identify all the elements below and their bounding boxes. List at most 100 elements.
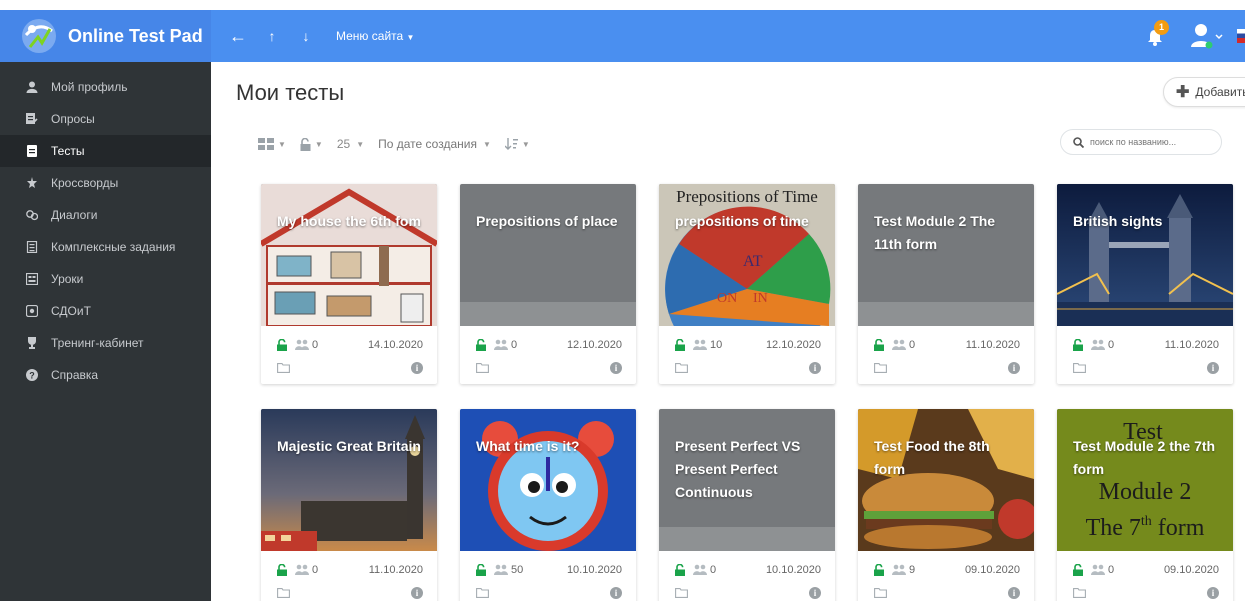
down-arrow-icon[interactable]: ↓ [296, 28, 316, 44]
language-flag-icon[interactable] [1237, 29, 1245, 43]
test-card-title: What time is it? [476, 438, 580, 454]
test-card-cover[interactable]: Test Food the 8th form [858, 409, 1034, 551]
add-button[interactable]: ✚ Добавить [1163, 77, 1245, 107]
test-card-cover[interactable]: Test Module 2 The 11th form [858, 184, 1034, 326]
toolbar: ▼ ▼ 25 ▼ По дате создания ▼ ▼ [258, 132, 544, 156]
sidebar-item[interactable]: Мой профиль [0, 71, 211, 103]
test-card[interactable]: British sights 0 11.10.2020 i [1057, 184, 1233, 384]
cover-form-rest: form [1152, 515, 1205, 541]
up-arrow-icon[interactable]: ↑ [262, 28, 282, 44]
users-icon [494, 339, 508, 350]
sidebar-item[interactable]: Тесты [0, 135, 211, 167]
cover-arc-text: Prepositions of Time [676, 187, 818, 206]
test-card-cover[interactable]: My house the 6th fom [261, 184, 437, 326]
unlock-icon[interactable] [1073, 564, 1083, 576]
unlock-icon[interactable] [476, 564, 486, 576]
brand[interactable]: Online Test Pad [0, 10, 211, 62]
test-date: 14.10.2020 [367, 339, 423, 351]
unlock-icon[interactable] [874, 339, 884, 351]
test-card-cover[interactable]: British sights [1057, 184, 1233, 326]
test-card-meta: 0 14.10.2020 i [261, 326, 437, 384]
info-icon[interactable]: i [610, 362, 622, 374]
folder-icon[interactable] [675, 363, 688, 373]
sidebar-item[interactable]: Комплексные задания [0, 231, 211, 263]
participants-count: 50 [511, 564, 524, 576]
users-icon [295, 339, 309, 350]
test-card[interactable]: What time is it? 50 10.10.2020 i [460, 409, 636, 601]
test-card-cover[interactable]: What time is it? [460, 409, 636, 551]
test-card[interactable]: Test Module 2 The 11th form 0 11.10.2020 i [858, 184, 1034, 384]
search-input[interactable] [1090, 137, 1210, 147]
test-date: 11.10.2020 [368, 564, 423, 576]
unlock-icon[interactable] [675, 339, 685, 351]
folder-icon[interactable] [874, 363, 887, 373]
unlock-icon[interactable] [1073, 339, 1083, 351]
info-icon[interactable]: i [809, 362, 821, 374]
test-card-cover[interactable]: Test Module 2 The 7th form Test Module 2 th… [1057, 409, 1233, 551]
sidebar-item[interactable]: СДОиТ [0, 295, 211, 327]
users-icon [1091, 564, 1105, 575]
folder-icon[interactable] [1073, 363, 1086, 373]
test-card-cover[interactable]: Prepositions of Time AT ON IN prepositions o… [659, 184, 835, 326]
site-menu-dropdown[interactable]: Меню сайта ▼ [336, 29, 414, 43]
test-card[interactable]: Test Module 2 The 7th form Test Module 2 th… [1057, 409, 1233, 601]
sidebar-item[interactable]: Уроки [0, 263, 211, 295]
folder-icon[interactable] [277, 363, 290, 373]
sidebar-item[interactable]: Диалоги [0, 199, 211, 231]
test-card-cover[interactable]: Prepositions of place [460, 184, 636, 326]
folder-icon[interactable] [476, 588, 489, 598]
info-icon[interactable]: i [610, 587, 622, 599]
sort-direction-dropdown[interactable]: ▼ [504, 138, 530, 150]
test-card-cover[interactable]: Present Perfect VS Present Perfect Conti… [659, 409, 835, 551]
participants-count: 0 [312, 564, 319, 576]
folder-icon[interactable] [277, 588, 290, 598]
info-icon[interactable]: i [1207, 587, 1219, 599]
cover-image [261, 409, 437, 551]
sidebar-item[interactable]: Кроссворды [0, 167, 211, 199]
test-card-meta: 0 11.10.2020 i [858, 326, 1034, 384]
unlock-icon[interactable] [277, 339, 287, 351]
page-size-dropdown[interactable]: 25 ▼ [337, 137, 364, 151]
back-arrow-icon[interactable]: ← [228, 26, 248, 47]
folder-icon[interactable] [1073, 588, 1086, 598]
test-card[interactable]: Majestic Great Britain 0 11.10.2020 i [261, 409, 437, 601]
test-card[interactable]: Test Food the 8th form 9 09.10.2020 i [858, 409, 1034, 601]
unlock-icon[interactable] [675, 564, 685, 576]
sort-dropdown[interactable]: По дате создания ▼ [378, 137, 491, 151]
crossword-icon [25, 176, 39, 190]
test-card[interactable]: Prepositions of Time AT ON IN prepositions o… [659, 184, 835, 384]
test-card[interactable]: Present Perfect VS Present Perfect Conti… [659, 409, 835, 601]
view-mode-dropdown[interactable]: ▼ [258, 138, 286, 150]
test-card-meta: 0 09.10.2020 i [1057, 551, 1233, 601]
test-card-cover[interactable]: Majestic Great Britain [261, 409, 437, 551]
sidebar-item[interactable]: Опросы [0, 103, 211, 135]
participants-count: 0 [1108, 564, 1115, 576]
test-card[interactable]: My house the 6th fom 0 14.10.2020 i [261, 184, 437, 384]
chevron-down-icon: ▼ [521, 139, 530, 149]
info-icon[interactable]: i [1207, 362, 1219, 374]
info-icon[interactable]: i [1008, 362, 1020, 374]
test-card[interactable]: Prepositions of place 0 12.10.2020 i [460, 184, 636, 384]
unlock-icon[interactable] [874, 564, 884, 576]
folder-icon[interactable] [874, 588, 887, 598]
unlock-icon[interactable] [277, 564, 287, 576]
folder-icon[interactable] [675, 588, 688, 598]
test-date: 12.10.2020 [765, 339, 821, 351]
info-icon[interactable]: i [1008, 587, 1020, 599]
chevron-down-icon: ▼ [314, 139, 323, 149]
info-icon[interactable]: i [411, 587, 423, 599]
notifications-button[interactable]: 1 [1145, 20, 1169, 47]
unlock-icon[interactable] [476, 339, 486, 351]
sidebar-item[interactable]: ? Справка [0, 359, 211, 391]
folder-icon[interactable] [476, 363, 489, 373]
user-menu[interactable] [1189, 21, 1223, 51]
info-icon[interactable]: i [809, 587, 821, 599]
page-size-value: 25 [336, 137, 351, 151]
poll-icon [25, 112, 39, 126]
sidebar-item[interactable]: Тренинг-кабинет [0, 327, 211, 359]
users-icon [892, 339, 906, 350]
access-filter-dropdown[interactable]: ▼ [300, 137, 323, 151]
top-right-controls: 1 [1145, 10, 1245, 62]
info-icon[interactable]: i [411, 362, 423, 374]
search-box[interactable] [1060, 129, 1222, 155]
